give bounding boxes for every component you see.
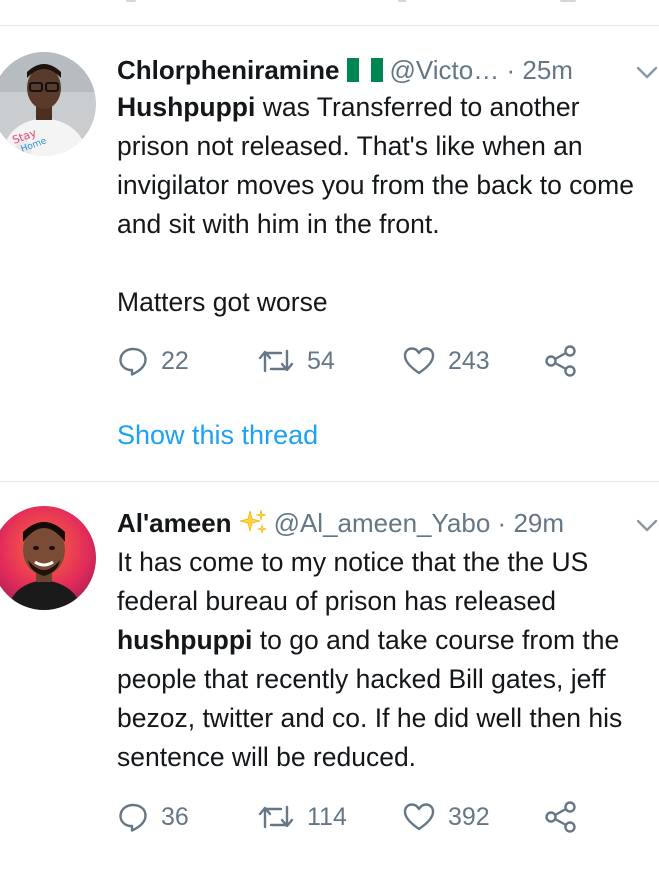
display-name[interactable]: Chlorpheniramine (117, 55, 339, 85)
tweet-text-before: It has come to my notice that the the US… (117, 547, 589, 616)
previous-tweet-remnant (398, 0, 406, 2)
keyword-highlight: Hushpuppi (117, 92, 256, 122)
retweet-count: 114 (307, 802, 347, 831)
reply-count: 36 (161, 802, 189, 831)
like-button[interactable]: 392 (402, 797, 490, 837)
share-icon (545, 801, 576, 833)
share-button[interactable] (544, 341, 578, 381)
tweet-actions: 22 54 243 (117, 341, 597, 381)
previous-tweet-remnant (560, 0, 576, 2)
like-count: 392 (448, 802, 490, 831)
reply-count: 22 (161, 346, 189, 375)
like-count: 243 (448, 346, 490, 375)
nigeria-flag-icon (347, 57, 384, 82)
share-icon (545, 345, 576, 377)
like-button[interactable]: 243 (402, 341, 490, 381)
retweet-icon (258, 349, 294, 373)
tweet-text: It has come to my notice that the the US… (117, 543, 657, 777)
display-name[interactable]: Al'ameen (117, 508, 232, 538)
share-button[interactable] (544, 797, 578, 837)
tweet-header: Chlorpheniramine @Victo… · 25m (117, 54, 573, 86)
retweet-count: 54 (307, 346, 335, 375)
retweet-icon (258, 805, 294, 829)
user-handle[interactable]: @Victo… (389, 55, 499, 85)
show-thread-link[interactable]: Show this thread (117, 420, 318, 451)
tweet-text: Hushpuppi was Transferred to another pri… (117, 88, 657, 322)
timestamp[interactable]: 25m (522, 55, 573, 85)
heart-icon (403, 803, 435, 831)
reply-icon (119, 347, 147, 376)
retweet-button[interactable]: 54 (257, 341, 335, 381)
timestamp[interactable]: 29m (513, 508, 564, 538)
chevron-down-icon[interactable] (636, 519, 658, 533)
tweet[interactable]: Stay Home Chlorpheniramine @Victo… · 25m … (0, 26, 659, 481)
sparkles-icon (239, 509, 267, 534)
chevron-down-icon[interactable] (636, 66, 658, 80)
retweet-button[interactable]: 114 (257, 797, 347, 837)
avatar[interactable] (0, 506, 96, 610)
reply-button[interactable]: 36 (117, 797, 189, 837)
tweet-actions: 36 114 392 (117, 797, 597, 837)
tweet[interactable]: Al'ameen @Al_ameen_Yabo · 29m It has com… (0, 482, 659, 874)
separator: · (506, 55, 516, 85)
previous-tweet-remnant (126, 0, 136, 2)
reply-button[interactable]: 22 (117, 341, 189, 381)
reply-icon (119, 803, 147, 832)
separator: · (497, 508, 507, 538)
avatar[interactable]: Stay Home (0, 52, 96, 156)
heart-icon (403, 347, 435, 375)
user-handle[interactable]: @Al_ameen_Yabo (274, 508, 491, 538)
tweet-text-rest: was Transferred to another prison not re… (117, 92, 634, 317)
keyword-highlight: hushpuppi (117, 625, 253, 655)
tweet-header: Al'ameen @Al_ameen_Yabo · 29m (117, 507, 564, 539)
